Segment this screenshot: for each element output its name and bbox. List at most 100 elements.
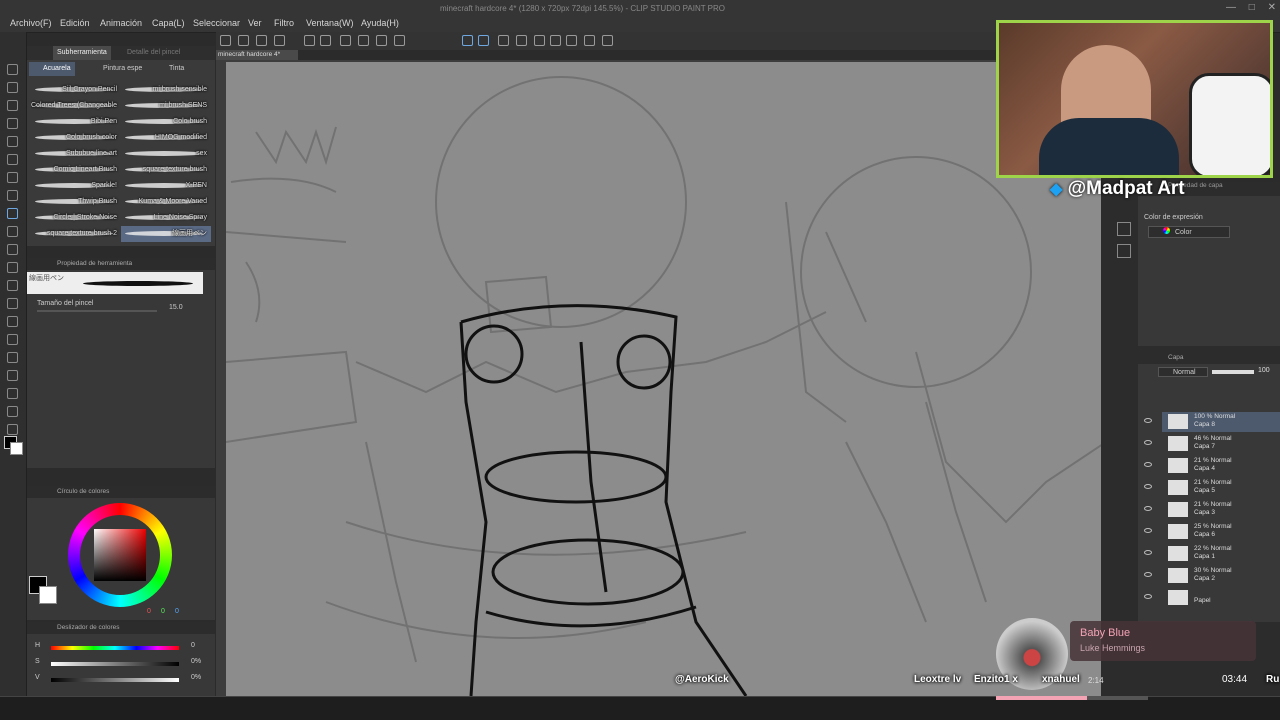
tab-tinta[interactable]: Tinta: [155, 62, 188, 76]
open-file-icon[interactable]: [238, 35, 249, 46]
brush-item[interactable]: Colo brush: [121, 114, 211, 130]
blend-mode-select[interactable]: Normal: [1158, 367, 1208, 377]
export-icon[interactable]: [274, 35, 285, 46]
view-icon[interactable]: [602, 35, 613, 46]
brush-item[interactable]: Sparkle!: [31, 178, 121, 194]
layer-row[interactable]: 100 % Normal Capa 8: [1144, 412, 1280, 432]
brush-item[interactable]: mi brush sensible: [121, 82, 211, 98]
grid-icon[interactable]: [584, 35, 595, 46]
brush-item[interactable]: Colo brush color: [31, 130, 121, 146]
menu-ventana[interactable]: Ventana(W): [306, 0, 354, 32]
eye-icon[interactable]: [1144, 484, 1152, 489]
eye-icon[interactable]: [1144, 440, 1152, 445]
eye-icon[interactable]: [1144, 462, 1152, 467]
layer-row[interactable]: Papel: [1144, 588, 1280, 608]
fill-icon[interactable]: [358, 35, 369, 46]
new-file-icon[interactable]: [220, 35, 231, 46]
fill-tool-icon[interactable]: [7, 316, 18, 327]
blend-tool-icon[interactable]: [7, 298, 18, 309]
ruler-icon[interactable]: [498, 35, 509, 46]
material-icon[interactable]: [1117, 244, 1131, 258]
eye-icon[interactable]: [1144, 572, 1152, 577]
object-tool-icon[interactable]: [7, 118, 18, 129]
maximize-icon[interactable]: □: [1249, 2, 1255, 13]
expression-color-select[interactable]: Color: [1148, 226, 1230, 238]
flip-icon[interactable]: [550, 35, 561, 46]
tab-pintura[interactable]: Pintura espe: [89, 62, 146, 76]
menu-filtro[interactable]: Filtro: [274, 0, 294, 32]
move-tool-icon[interactable]: [7, 82, 18, 93]
layer-row[interactable]: 21 % Normal Capa 4: [1144, 456, 1280, 476]
figure-tool-icon[interactable]: [7, 352, 18, 363]
airbrush-tool-icon[interactable]: [7, 244, 18, 255]
tab-acuarela[interactable]: Acuarela: [29, 62, 75, 76]
value-value[interactable]: 0%: [191, 674, 201, 681]
menu-ver[interactable]: Ver: [248, 0, 262, 32]
save-icon[interactable]: [256, 35, 267, 46]
brush-item[interactable]: Comic Lineart Brush: [31, 162, 121, 178]
ruler-tool-icon[interactable]: [7, 388, 18, 399]
layer-row[interactable]: 21 % Normal Capa 3: [1144, 500, 1280, 520]
eye-icon[interactable]: [1144, 418, 1152, 423]
saturation-value-square[interactable]: [94, 529, 146, 581]
document-tab[interactable]: minecraft hardcore 4*: [216, 50, 298, 60]
brush-item[interactable]: Sububue line art: [31, 146, 121, 162]
rotate-icon[interactable]: [566, 35, 577, 46]
snap-grid-icon[interactable]: [478, 35, 489, 46]
tab-subtool[interactable]: Subherramienta: [53, 46, 111, 60]
select-tool-icon[interactable]: [7, 100, 18, 111]
perspective-icon[interactable]: [516, 35, 527, 46]
brush-item[interactable]: sex: [121, 146, 211, 162]
brush-size-value[interactable]: 15.0: [169, 304, 183, 311]
drawing-canvas[interactable]: [226, 62, 1101, 696]
layer-row[interactable]: 46 % Normal Capa 7: [1144, 434, 1280, 454]
opacity-value[interactable]: 100: [1258, 367, 1270, 374]
layer-row[interactable]: 22 % Normal Capa 1: [1144, 544, 1280, 564]
pen-tool-icon[interactable]: [7, 190, 18, 201]
decoration-tool-icon[interactable]: [7, 262, 18, 273]
layer-row[interactable]: 21 % Normal Capa 5: [1144, 478, 1280, 498]
saturation-value[interactable]: 0%: [191, 658, 201, 665]
color-wheel[interactable]: [68, 503, 172, 607]
brush-tool-icon[interactable]: [7, 226, 18, 237]
brush-item[interactable]: mi brush SENS: [121, 98, 211, 114]
saturation-slider[interactable]: [51, 662, 179, 666]
layer-row[interactable]: 25 % Normal Capa 6: [1144, 522, 1280, 542]
sub-color-chip[interactable]: [39, 586, 57, 604]
menu-edicion[interactable]: Edición: [60, 0, 90, 32]
gradient-tool-icon[interactable]: [7, 334, 18, 345]
brush-item[interactable]: Bibi Pen: [31, 114, 121, 130]
opacity-slider[interactable]: [1212, 370, 1254, 374]
eye-icon[interactable]: [1144, 594, 1152, 599]
eye-icon[interactable]: [1144, 506, 1152, 511]
menu-capa[interactable]: Capa(L): [152, 0, 185, 32]
brush-item[interactable]: X-PEN: [121, 178, 211, 194]
redo-icon[interactable]: [320, 35, 331, 46]
snap-ruler-icon[interactable]: [462, 35, 473, 46]
magic-wand-icon[interactable]: [7, 154, 18, 165]
transform-icon[interactable]: [376, 35, 387, 46]
brush-item[interactable]: Kuma & Moore Vaned: [121, 194, 211, 210]
balloon-tool-icon[interactable]: [7, 424, 18, 435]
crop-icon[interactable]: [394, 35, 405, 46]
menu-ayuda[interactable]: Ayuda(H): [361, 0, 399, 32]
brush-item[interactable]: square texture brush: [121, 162, 211, 178]
minimize-icon[interactable]: —: [1226, 2, 1236, 13]
brush-item[interactable]: HIMOG modified: [121, 130, 211, 146]
hue-slider[interactable]: [51, 646, 179, 650]
menu-archivo[interactable]: Archivo(F): [10, 0, 52, 32]
brush-item[interactable]: Colored Trees (Changeable: [31, 98, 121, 114]
value-slider[interactable]: [51, 678, 179, 682]
pencil-tool-icon[interactable]: [7, 208, 18, 219]
text-tool-icon[interactable]: [7, 406, 18, 417]
eye-icon[interactable]: [1144, 550, 1152, 555]
lasso-tool-icon[interactable]: [7, 136, 18, 147]
layer-row[interactable]: 30 % Normal Capa 2: [1144, 566, 1280, 586]
brush-item[interactable]: Line Noise Spray: [121, 210, 211, 226]
hue-value[interactable]: 0: [191, 642, 195, 649]
menu-seleccionar[interactable]: Seleccionar: [193, 0, 240, 32]
navigator-icon[interactable]: [1117, 222, 1131, 236]
zoom-tool-icon[interactable]: [7, 64, 18, 75]
eraser-tool-icon[interactable]: [7, 280, 18, 291]
sub-color-swatch[interactable]: [10, 442, 23, 455]
